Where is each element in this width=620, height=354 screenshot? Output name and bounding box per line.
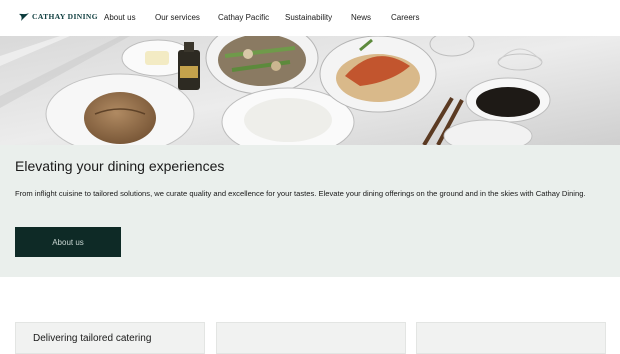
service-card[interactable] [416,322,606,354]
brushwing-icon [19,12,29,21]
brand-name: CATHAY DINING [32,12,98,21]
nav-item-sustainability[interactable]: Sustainability [285,13,332,22]
nav-item-cathay-pacific[interactable]: Cathay Pacific [218,13,269,22]
about-us-button[interactable]: About us [15,227,121,257]
service-card[interactable]: Delivering tailored catering [15,322,205,354]
hero-image [0,36,620,145]
nav-item-careers[interactable]: Careers [391,13,419,22]
card-title: Delivering tailored catering [33,333,152,344]
page-title: Elevating your dining experiences [15,158,225,174]
nav-item-news[interactable]: News [351,13,371,22]
top-navigation: CATHAY DINING About us Our services Cath… [0,0,620,36]
logo[interactable]: CATHAY DINING [19,12,98,21]
intro-description: From inflight cuisine to tailored soluti… [15,189,586,198]
nav-item-about-us[interactable]: About us [104,13,136,22]
service-card[interactable] [216,322,406,354]
nav-item-our-services[interactable]: Our services [155,13,200,22]
